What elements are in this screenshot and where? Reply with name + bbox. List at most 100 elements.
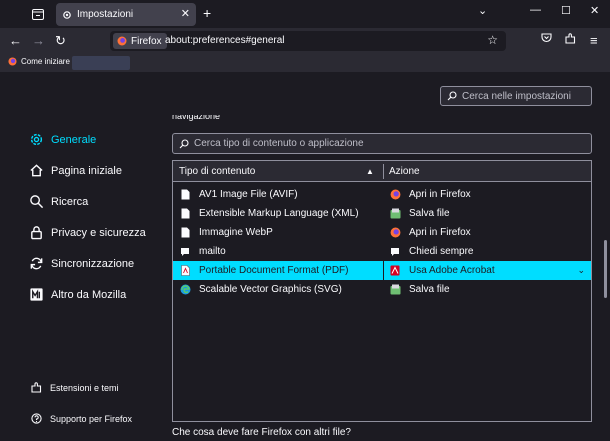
action-label: Usa Adobe Acrobat — [409, 265, 495, 276]
table-header: Tipo di contenuto ▲ Azione — [173, 161, 591, 182]
chat-icon — [389, 247, 401, 257]
table-row[interactable]: Immagine WebP Apri in Firefox — [173, 223, 591, 242]
category-privacy[interactable]: Privacy e sicurezza — [27, 217, 167, 248]
page-scrollbar[interactable] — [604, 240, 607, 298]
content-type-filter-input[interactable]: Cerca tipo di contenuto o applicazione — [172, 133, 592, 154]
applications-table: Tipo di contenuto ▲ Azione AV1 Image Fil… — [172, 160, 592, 422]
category-label: Privacy e sicurezza — [51, 226, 146, 239]
column-header-type[interactable]: Tipo di contenuto — [179, 166, 255, 177]
action-label: Apri in Firefox — [409, 189, 471, 200]
reload-icon[interactable]: ↻ — [55, 33, 66, 49]
help-icon — [29, 413, 43, 424]
tab-impostazioni[interactable]: Impostazioni ✕ — [56, 3, 196, 26]
category-label: Generale — [51, 133, 97, 146]
identity-box[interactable]: Firefox — [113, 33, 167, 49]
category-label: Ricerca — [51, 195, 89, 208]
firefox-icon — [389, 227, 401, 238]
category-generale[interactable]: Generale — [27, 124, 167, 155]
column-header-action[interactable]: Azione — [389, 166, 420, 177]
url-text[interactable]: about:preferences#general — [165, 35, 285, 46]
firefox-icon — [8, 57, 17, 66]
category-label: Altro da Mozilla — [51, 288, 127, 301]
table-row[interactable]: Extensible Markup Language (XML) Salva f… — [173, 204, 591, 223]
chevron-down-icon[interactable]: ⌄ — [577, 265, 585, 276]
column-separator[interactable] — [383, 164, 384, 179]
identity-label: Firefox — [131, 35, 162, 47]
category-ricerca[interactable]: Ricerca — [27, 186, 167, 217]
content-type-label: Immagine WebP — [199, 227, 273, 238]
gear-icon — [63, 10, 71, 19]
chat-icon — [179, 247, 191, 257]
mozilla-icon — [27, 287, 45, 302]
extensions-and-themes-link[interactable]: Estensioni e temi — [29, 372, 132, 403]
table-row[interactable]: Scalable Vector Graphics (SVG) Salva fil… — [173, 280, 591, 299]
table-row-selected[interactable]: Portable Document Format (PDF) Usa Adobe… — [173, 261, 591, 280]
tab-list-icon — [32, 8, 44, 20]
file-icon — [179, 208, 191, 219]
preferences-search-input[interactable]: Cerca nelle impostazioni — [440, 86, 592, 106]
action-label: Salva file — [409, 284, 450, 295]
acrobat-icon — [389, 265, 401, 276]
back-icon[interactable]: ← — [9, 33, 22, 48]
pdf-file-icon — [179, 265, 191, 276]
content-type-label: Portable Document Format (PDF) — [199, 265, 349, 276]
table-row[interactable]: AV1 Image File (AVIF) Apri in Firefox — [173, 185, 591, 204]
firefox-support-link[interactable]: Supporto per Firefox — [29, 403, 132, 434]
save-icon — [389, 284, 401, 295]
extensions-label: Estensioni e temi — [50, 382, 119, 393]
content-type-label: mailto — [199, 246, 226, 257]
search-placeholder: Cerca nelle impostazioni — [462, 90, 571, 102]
content-type-label: AV1 Image File (AVIF) — [199, 189, 298, 200]
action-dropdown[interactable]: Usa Adobe Acrobat — [389, 261, 495, 280]
action-label: Salva file — [409, 208, 450, 219]
url-bar[interactable]: Firefox about:preferences#general ☆ — [110, 31, 506, 51]
file-icon — [179, 189, 191, 200]
category-sincronizzazione[interactable]: Sincronizzazione — [27, 248, 167, 279]
maximize-icon[interactable]: ☐ — [561, 4, 571, 17]
blurred-bookmark[interactable] — [72, 56, 130, 70]
search-icon — [27, 194, 45, 209]
firefox-icon — [117, 36, 127, 46]
forward-icon[interactable]: → — [32, 33, 45, 48]
sort-ascending-icon[interactable]: ▲ — [366, 167, 374, 176]
other-files-question: Che cosa deve fare Firefox con altri fil… — [172, 427, 351, 438]
action-label: Apri in Firefox — [409, 227, 471, 238]
close-tab-icon[interactable]: ✕ — [181, 7, 190, 20]
filter-placeholder: Cerca tipo di contenuto o applicazione — [194, 138, 364, 149]
minimize-icon[interactable]: — — [530, 4, 541, 16]
tab-list-button[interactable] — [28, 5, 48, 23]
content-type-label: Scalable Vector Graphics (SVG) — [199, 284, 342, 295]
file-icon — [179, 227, 191, 238]
search-icon — [447, 91, 457, 101]
bookmark-come-iniziare[interactable]: Come iniziare — [8, 57, 70, 66]
bookmark-label: Come iniziare — [21, 57, 70, 66]
gear-icon — [27, 132, 45, 147]
category-pagina-iniziale[interactable]: Pagina iniziale — [27, 155, 167, 186]
new-tab-icon[interactable]: + — [203, 5, 211, 21]
preferences-page: Cerca nelle impostazioni Generale Pagina… — [0, 72, 610, 441]
menu-icon[interactable]: ≡ — [590, 33, 598, 48]
nav-bar: ← → ↻ Firefox about:preferences#general … — [0, 28, 610, 54]
save-icon — [389, 208, 401, 219]
sync-icon — [27, 256, 45, 271]
bookmark-star-icon[interactable]: ☆ — [487, 33, 498, 47]
categories-sidebar: Generale Pagina iniziale Ricerca Privacy… — [27, 124, 167, 310]
action-label: Chiedi sempre — [409, 246, 474, 257]
category-label: Pagina iniziale — [51, 164, 122, 177]
pocket-icon[interactable] — [541, 33, 552, 46]
support-label: Supporto per Firefox — [50, 413, 133, 424]
puzzle-icon — [29, 382, 43, 393]
category-label: Sincronizzazione — [51, 257, 135, 270]
edge-icon — [179, 284, 191, 295]
table-row[interactable]: mailto Chiedi sempre — [173, 242, 591, 261]
search-icon — [179, 138, 189, 148]
extensions-icon[interactable] — [565, 33, 576, 47]
window-close-icon[interactable]: ✕ — [590, 4, 599, 17]
section-heading: navigazione — [172, 115, 221, 121]
home-icon — [27, 163, 45, 178]
sidebar-footer: Estensioni e temi Supporto per Firefox — [29, 372, 132, 434]
lock-icon — [27, 225, 45, 240]
category-altro-da-mozilla[interactable]: Altro da Mozilla — [27, 279, 167, 310]
list-all-tabs-icon[interactable]: ⌄ — [478, 4, 487, 17]
bookmarks-bar: Come iniziare — [0, 54, 610, 72]
